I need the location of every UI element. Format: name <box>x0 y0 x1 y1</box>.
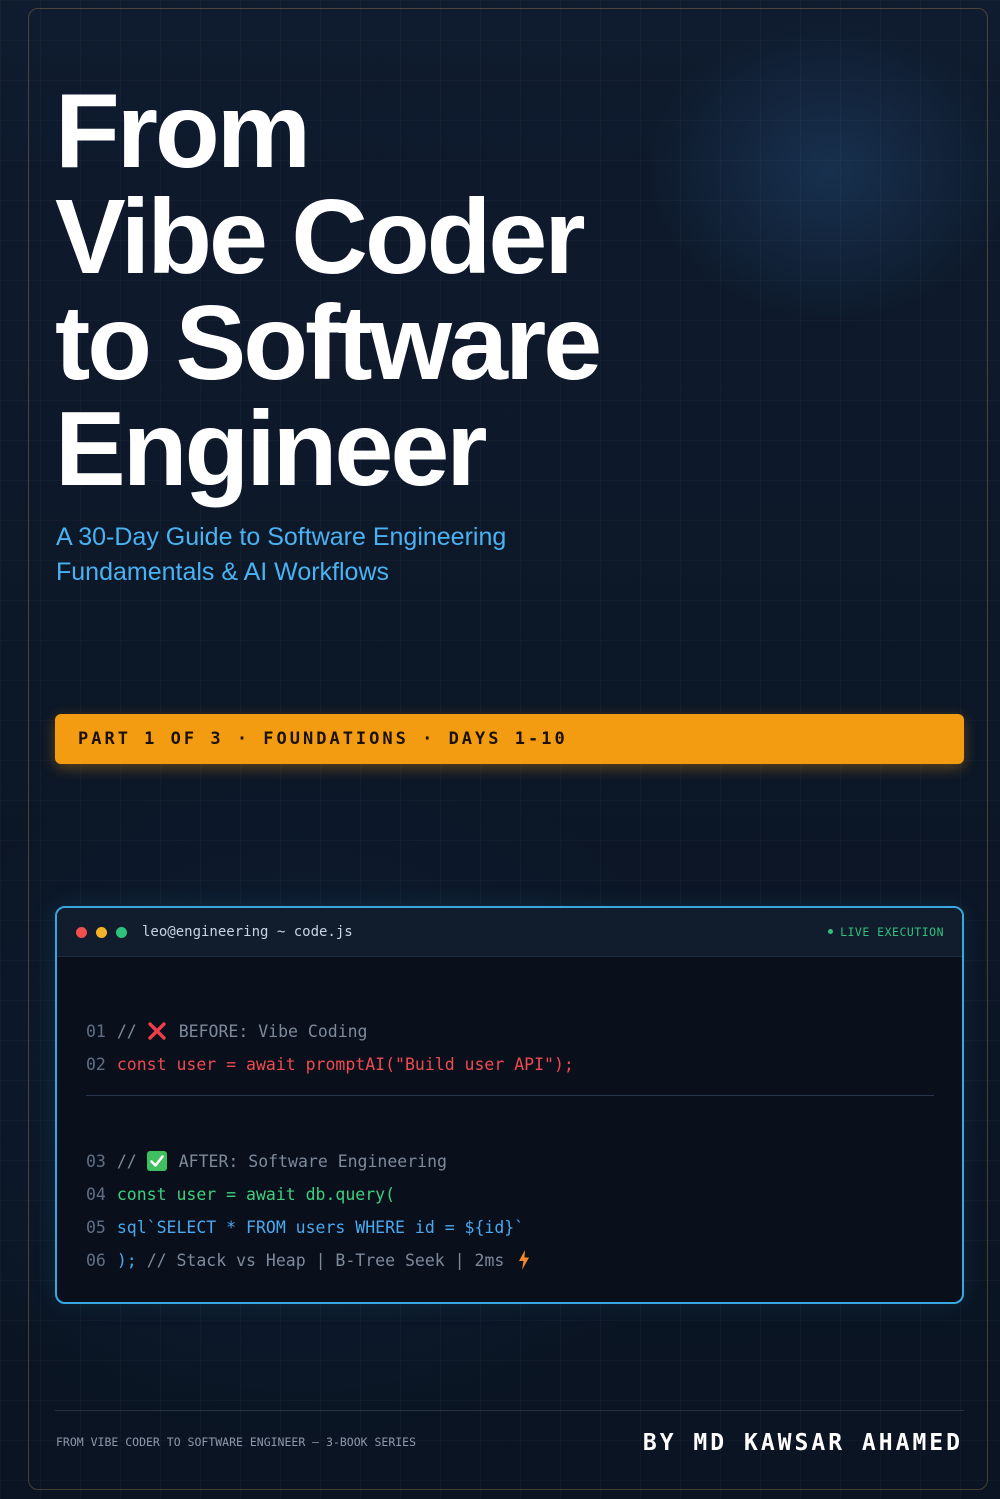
cross-mark-icon <box>148 1021 166 1040</box>
code-text: const user = await promptAI("Build user … <box>116 1055 574 1074</box>
code-comment: // Stack vs Heap | B-Tree Seek | 2ms <box>146 1251 505 1270</box>
title-line-3: to Software <box>55 284 602 402</box>
code-line-03: 03 // AFTER: Software Engineering <box>86 1149 447 1175</box>
subtitle-line-2: Fundamentals & AI Workflows <box>56 558 390 586</box>
comment-marker: // <box>116 1152 137 1171</box>
live-execution-label: LIVE EXECUTION <box>840 925 944 939</box>
line-number: 06 <box>86 1251 106 1270</box>
minimize-dot-icon <box>96 927 107 938</box>
lightning-bolt-icon <box>519 1249 530 1270</box>
code-comment: BEFORE: Vibe Coding <box>178 1022 368 1041</box>
code-divider <box>86 1095 934 1096</box>
part-banner: PART 1 OF 3 · FOUNDATIONS · DAYS 1-10 <box>55 714 964 764</box>
book-title: From Vibe Coder to Software Engineer <box>55 72 602 508</box>
code-text: const user = await db.query( <box>116 1185 396 1204</box>
part-banner-text: PART 1 OF 3 · FOUNDATIONS · DAYS 1-10 <box>78 729 568 749</box>
terminal-title: leo@engineering ~ code.js <box>142 924 353 940</box>
comment-marker: // <box>116 1022 137 1041</box>
close-dot-icon <box>76 927 87 938</box>
line-number: 05 <box>86 1218 106 1237</box>
code-terminal-window: leo@engineering ~ code.js LIVE EXECUTION… <box>55 906 964 1304</box>
line-number: 04 <box>86 1185 106 1204</box>
check-mark-icon <box>146 1150 167 1171</box>
code-line-04: 04 const user = await db.query( <box>86 1182 395 1208</box>
code-line-01: 01 // BEFORE: Vibe Coding <box>86 1019 368 1045</box>
code-text: sql`SELECT * FROM users WHERE id = ${id}… <box>116 1218 525 1237</box>
maximize-dot-icon <box>116 927 127 938</box>
line-number: 02 <box>86 1055 106 1074</box>
title-line-2: Vibe Coder <box>55 178 586 296</box>
live-execution-badge: LIVE EXECUTION <box>828 923 944 941</box>
terminal-title-bar: leo@engineering ~ code.js LIVE EXECUTION <box>57 908 962 957</box>
code-line-02: 02 const user = await promptAI("Build use… <box>86 1052 574 1078</box>
line-number: 03 <box>86 1152 106 1171</box>
title-line-4: Engineer <box>55 390 488 508</box>
subtitle-line-1: A 30-Day Guide to Software Engineering <box>56 523 507 551</box>
title-line-1: From <box>55 72 311 190</box>
code-line-06: 06); // Stack vs Heap | B-Tree Seek | 2m… <box>86 1248 530 1274</box>
author-name: BY MD KAWSAR AHAMED <box>642 1430 963 1456</box>
live-status-dot-icon <box>828 929 834 934</box>
code-line-05: 05 sql`SELECT * FROM users WHERE id = ${i… <box>86 1215 524 1241</box>
book-cover: From Vibe Coder to Software Engineer A 3… <box>0 0 1000 1499</box>
footer-divider <box>55 1410 964 1411</box>
code-text: ); <box>116 1251 137 1270</box>
series-label: FROM VIBE CODER TO SOFTWARE ENGINEER — 3… <box>56 1435 417 1449</box>
book-subtitle: A 30-Day Guide to Software Engineering F… <box>56 520 506 590</box>
code-comment: AFTER: Software Engineering <box>178 1152 447 1171</box>
line-number: 01 <box>86 1022 106 1041</box>
